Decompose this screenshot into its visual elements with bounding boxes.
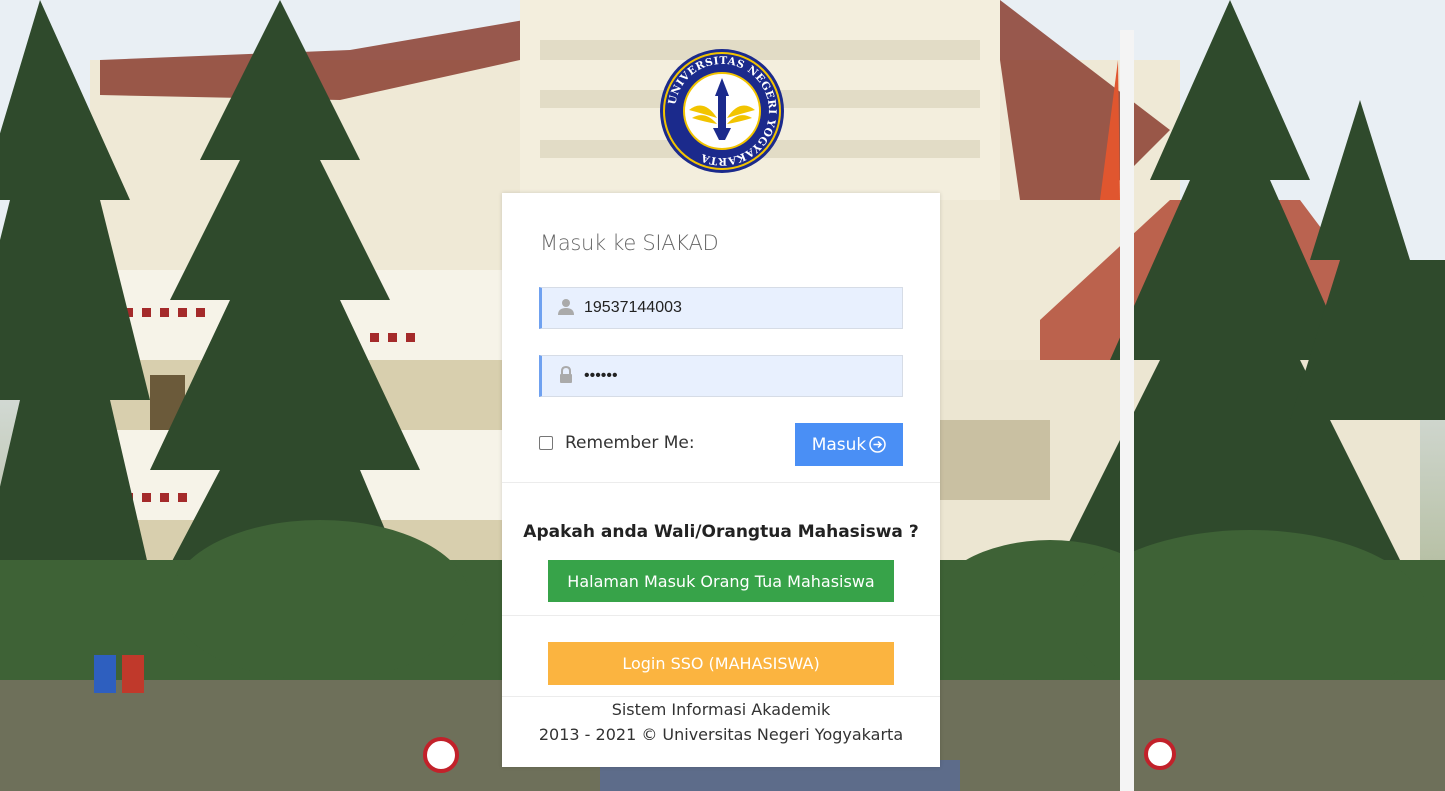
university-logo: UNIVERSITAS NEGERI YOGYAKARTA bbox=[659, 48, 785, 174]
lock-icon bbox=[558, 365, 574, 384]
divider bbox=[502, 696, 940, 697]
password-input[interactable] bbox=[584, 356, 884, 396]
remember-label: Remember Me: bbox=[565, 433, 695, 453]
login-button[interactable]: Masuk bbox=[795, 423, 903, 466]
divider bbox=[502, 482, 940, 483]
login-card: Masuk ke SIAKAD Remember Me: Masuk Apaka… bbox=[502, 193, 940, 767]
remember-checkbox[interactable] bbox=[539, 436, 553, 450]
sso-login-button[interactable]: Login SSO (MAHASISWA) bbox=[548, 642, 894, 685]
username-field[interactable] bbox=[539, 287, 903, 329]
divider bbox=[502, 615, 940, 616]
parent-question: Apakah anda Wali/Orangtua Mahasiswa ? bbox=[523, 522, 919, 542]
footer-copyright: 2013 - 2021 © Universitas Negeri Yogyaka… bbox=[538, 725, 904, 744]
password-field[interactable] bbox=[539, 355, 903, 397]
arrow-circle-right-icon bbox=[869, 436, 887, 453]
parent-login-button[interactable]: Halaman Masuk Orang Tua Mahasiswa bbox=[548, 560, 894, 602]
login-button-label: Masuk bbox=[811, 434, 867, 455]
user-icon bbox=[558, 298, 574, 316]
username-input[interactable] bbox=[584, 288, 884, 328]
login-title: Masuk ke SIAKAD bbox=[540, 231, 719, 255]
remember-me[interactable]: Remember Me: bbox=[539, 433, 695, 453]
footer-system-name: Sistem Informasi Akademik bbox=[611, 700, 831, 719]
